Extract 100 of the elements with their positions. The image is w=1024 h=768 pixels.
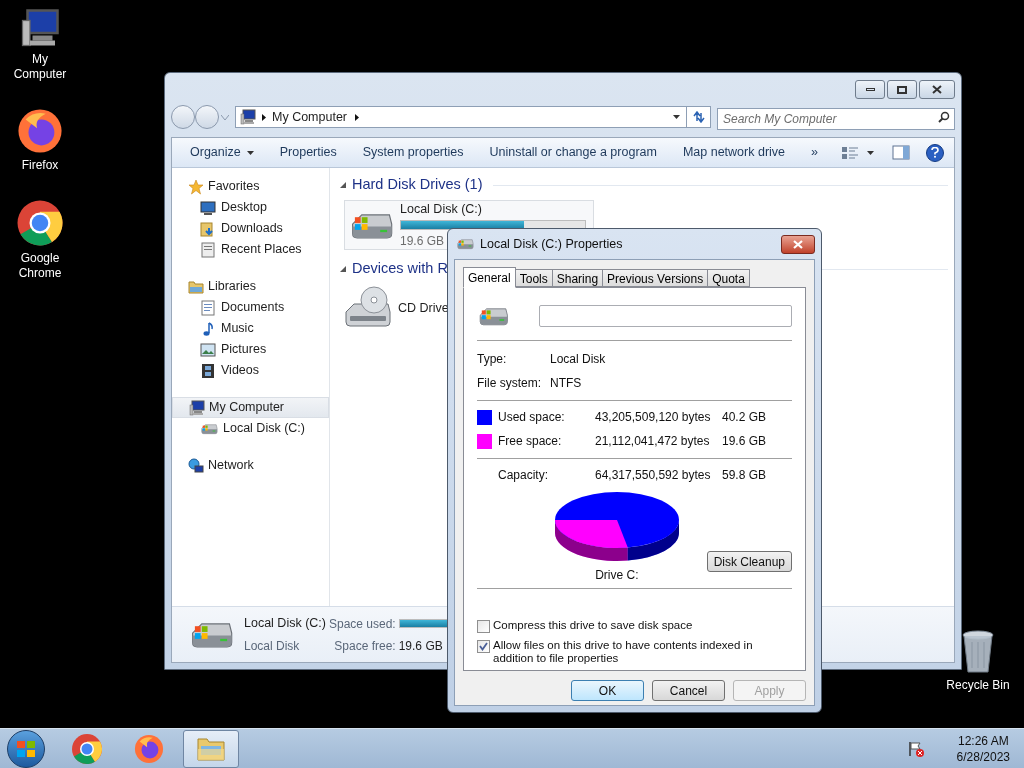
- folder-icon: [188, 278, 204, 295]
- dialog-button[interactable]: OK: [571, 680, 644, 701]
- details-type: Local Disk: [244, 637, 301, 655]
- group-header[interactable]: Hard Disk Drives (1): [352, 174, 483, 196]
- toolbar-button[interactable]: Map network drive: [670, 140, 798, 165]
- collapse-arrow-icon[interactable]: [340, 266, 346, 272]
- tab[interactable]: General: [463, 267, 516, 288]
- folder-icon: [200, 220, 216, 237]
- view-list-icon: [841, 145, 859, 160]
- nav-item[interactable]: Desktop: [172, 197, 329, 218]
- caret-icon: [867, 150, 874, 155]
- property-value: NTFS: [550, 375, 583, 392]
- property-label: Used space:: [498, 409, 566, 426]
- checkbox-label[interactable]: Compress this drive to save disk space: [493, 619, 792, 632]
- computer-icon: [189, 399, 205, 416]
- nav-item[interactable]: Local Disk (C:): [172, 418, 329, 439]
- windows-logo-icon: [16, 739, 36, 758]
- tab[interactable]: Tools: [514, 269, 553, 287]
- property-value: Local Disk: [550, 351, 607, 368]
- cd-drive-icon: [344, 286, 392, 330]
- property-label: Type:: [477, 351, 508, 368]
- details-label: Space free:: [333, 637, 396, 655]
- nav-item[interactable]: Downloads: [172, 218, 329, 239]
- dialog-button[interactable]: Cancel: [652, 680, 725, 701]
- address-bar[interactable]: My Computer: [235, 106, 711, 128]
- breadcrumb[interactable]: My Computer: [272, 107, 348, 127]
- picture-icon: [200, 341, 216, 358]
- property-label: Capacity:: [498, 467, 550, 484]
- search-icon: [938, 111, 950, 123]
- star-icon: [188, 178, 204, 195]
- minimize-button[interactable]: [855, 80, 885, 99]
- desktop-icon-label[interactable]: Firefox: [7, 158, 73, 173]
- document-icon: [200, 241, 216, 258]
- nav-item[interactable]: Music: [172, 318, 329, 339]
- clock[interactable]: 12:26 AM 6/28/2023: [956, 732, 1010, 765]
- firefox-logo-icon: [134, 733, 164, 764]
- monitor-icon: [200, 199, 216, 216]
- caret-icon: [246, 150, 254, 155]
- details-name: Local Disk (C:): [244, 615, 326, 633]
- search-field[interactable]: Search My Computer: [717, 108, 955, 130]
- chrome-logo-icon: [16, 199, 64, 247]
- nav-item[interactable]: Pictures: [172, 339, 329, 360]
- nav-item[interactable]: My Computer: [172, 397, 329, 418]
- refresh-icon: [691, 111, 706, 123]
- tab[interactable]: Previous Versions: [602, 269, 709, 287]
- desktop-icon-label[interactable]: Recycle Bin: [945, 678, 1011, 693]
- property-value: 19.6 GB: [722, 433, 768, 450]
- help-button[interactable]: [926, 143, 944, 162]
- nav-item[interactable]: Videos: [172, 360, 329, 381]
- nav-item[interactable]: Network: [172, 455, 329, 476]
- document-icon: [200, 299, 216, 316]
- nav-item[interactable]: Recent Places: [172, 239, 329, 260]
- firefox-logo-icon: [17, 108, 63, 154]
- tab[interactable]: Sharing: [551, 269, 604, 287]
- checkbox-label[interactable]: Allow files on this drive to have contents indexed in addition to file properties: [493, 639, 792, 665]
- close-button[interactable]: [919, 80, 955, 99]
- property-value: 21,112,041,472 bytes: [595, 433, 711, 450]
- collapse-arrow-icon[interactable]: [340, 182, 346, 188]
- property-label: File system:: [477, 375, 542, 392]
- disk-cleanup-button[interactable]: Disk Cleanup: [706, 551, 792, 572]
- toolbar-button[interactable]: Uninstall or change a program: [477, 140, 669, 165]
- drive-tile[interactable]: CD Drive: [344, 286, 948, 330]
- group-header[interactable]: Devices with R: [352, 258, 448, 280]
- details-value: 19.6 GB: [398, 637, 443, 655]
- desktop-icon-label[interactable]: Google Chrome: [7, 251, 73, 281]
- drive-caption: Drive C:: [595, 567, 639, 584]
- recycle-bin-icon: [961, 630, 995, 674]
- property-label: Free space:: [498, 433, 563, 450]
- nav-item[interactable]: Favorites: [172, 176, 329, 197]
- maximize-button[interactable]: [887, 80, 917, 99]
- computer-icon: [20, 8, 60, 48]
- film-icon: [200, 362, 216, 379]
- drive-icon: [456, 237, 474, 251]
- globe-icon: [188, 457, 204, 474]
- desktop-icon-label[interactable]: My Computer: [7, 52, 73, 82]
- property-value: 64,317,550,592 bytes: [595, 467, 712, 484]
- drive-icon: [200, 421, 218, 436]
- nav-item[interactable]: Libraries: [172, 276, 329, 297]
- checkbox[interactable]: [477, 620, 490, 633]
- toolbar-button[interactable]: System properties: [350, 140, 476, 165]
- breadcrumb-arrow-icon: [355, 113, 360, 121]
- action-center-flag-icon[interactable]: [906, 739, 925, 758]
- start-button[interactable]: [7, 729, 45, 768]
- close-button[interactable]: [781, 234, 815, 254]
- organize-menu[interactable]: Organize: [178, 140, 266, 165]
- property-value: 40.2 GB: [722, 409, 768, 426]
- nav-item[interactable]: Documents: [172, 297, 329, 318]
- details-label: Space used:: [328, 615, 396, 633]
- tab[interactable]: Quota: [707, 269, 750, 287]
- breadcrumb-arrow-icon: [262, 113, 266, 121]
- taskbar-button[interactable]: [183, 729, 239, 768]
- toolbar-button[interactable]: »: [799, 140, 830, 165]
- property-value: 43,205,509,120 bytes: [595, 409, 712, 426]
- dropdown-caret-icon: [673, 115, 680, 119]
- computer-icon: [240, 109, 256, 125]
- toolbar-button[interactable]: Properties: [267, 140, 349, 165]
- close-icon: [932, 85, 942, 94]
- chrome-logo-icon: [71, 732, 103, 765]
- drive-name-field[interactable]: [539, 305, 792, 327]
- checkbox[interactable]: [477, 640, 490, 653]
